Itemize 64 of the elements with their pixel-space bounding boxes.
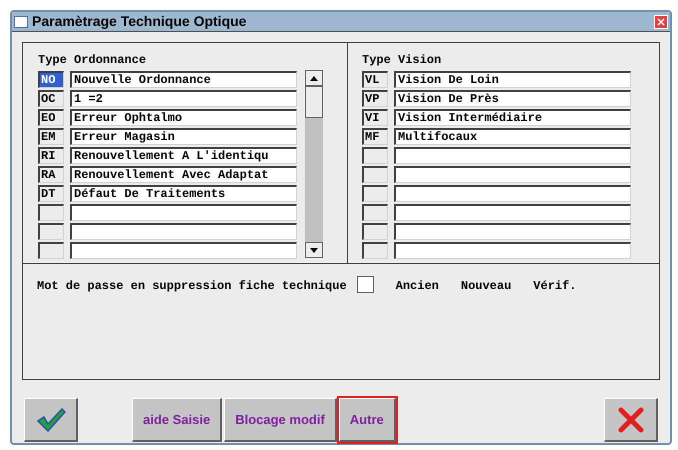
code-field[interactable]: EO	[38, 109, 64, 126]
code-field[interactable]: RI	[38, 147, 64, 164]
code-field[interactable]: VL	[362, 71, 388, 88]
text-field[interactable]	[394, 185, 631, 202]
scrollbar[interactable]	[305, 70, 323, 258]
text-field[interactable]	[70, 204, 297, 221]
close-button[interactable]	[604, 398, 658, 442]
text-field[interactable]	[70, 242, 297, 259]
code-field[interactable]	[362, 242, 388, 259]
scroll-up-button[interactable]	[305, 70, 323, 86]
action-button[interactable]: aide Saisie	[132, 398, 222, 442]
code-field[interactable]	[38, 242, 64, 259]
text-field[interactable]: Renouvellement A L'identiqu	[70, 147, 297, 164]
ok-button[interactable]	[24, 398, 78, 442]
password-checkbox[interactable]	[356, 276, 374, 293]
code-field[interactable]: VI	[362, 109, 388, 126]
field-label: Nouveau	[460, 278, 512, 295]
scroll-down-button[interactable]	[305, 242, 323, 258]
close-button[interactable]	[654, 14, 668, 28]
field-label: Vérif.	[533, 278, 577, 295]
code-field[interactable]	[362, 185, 388, 202]
text-field[interactable]: Multifocaux	[394, 128, 631, 145]
text-field[interactable]: Défaut De Traitements	[70, 185, 297, 202]
password-label: Mot de passe en suppression fiche technique	[37, 278, 347, 295]
down-arrow-icon	[310, 248, 318, 252]
action-button[interactable]: Blocage modif	[224, 398, 337, 442]
code-field[interactable]	[362, 147, 388, 164]
close-icon	[616, 406, 644, 434]
text-field[interactable]	[394, 204, 631, 221]
checkmark-icon	[36, 406, 66, 432]
text-field[interactable]	[394, 242, 631, 259]
code-field[interactable]	[38, 204, 64, 221]
code-field[interactable]: EM	[38, 128, 64, 145]
window-icon	[14, 16, 28, 28]
code-field[interactable]	[38, 223, 64, 240]
code-field[interactable]: MF	[362, 128, 388, 145]
text-field[interactable]: Nouvelle Ordonnance	[70, 71, 297, 88]
text-field[interactable]: Vision De Loin	[394, 71, 631, 88]
code-field[interactable]: RA	[38, 166, 64, 183]
text-field[interactable]	[394, 223, 631, 240]
text-field[interactable]: Erreur Ophtalmo	[70, 109, 297, 126]
text-field[interactable]: Erreur Magasin	[70, 128, 297, 145]
action-button[interactable]: Autre	[338, 398, 396, 442]
code-field[interactable]: OC	[38, 90, 64, 107]
scroll-thumb[interactable]	[305, 86, 323, 118]
code-field[interactable]: NO	[38, 71, 64, 88]
text-field[interactable]	[70, 223, 297, 240]
text-field[interactable]: 1 =2	[70, 90, 297, 107]
code-field[interactable]: DT	[38, 185, 64, 202]
up-arrow-icon	[310, 76, 318, 80]
text-field[interactable]	[394, 147, 631, 164]
window-title: Paramètrage Technique Optique	[32, 12, 248, 31]
text-field[interactable]: Renouvellement Avec Adaptat	[70, 166, 297, 183]
section-title: Type Vision	[362, 52, 442, 69]
close-icon	[657, 18, 665, 26]
text-field[interactable]: Vision Intermédiaire	[394, 109, 631, 126]
text-field[interactable]	[394, 166, 631, 183]
code-field[interactable]	[362, 166, 388, 183]
section-title: Type Ordonnance	[38, 52, 148, 69]
code-field[interactable]: VP	[362, 90, 388, 107]
text-field[interactable]: Vision De Près	[394, 90, 631, 107]
code-field[interactable]	[362, 204, 388, 221]
field-label: Ancien	[396, 278, 439, 295]
code-field[interactable]	[362, 223, 388, 240]
